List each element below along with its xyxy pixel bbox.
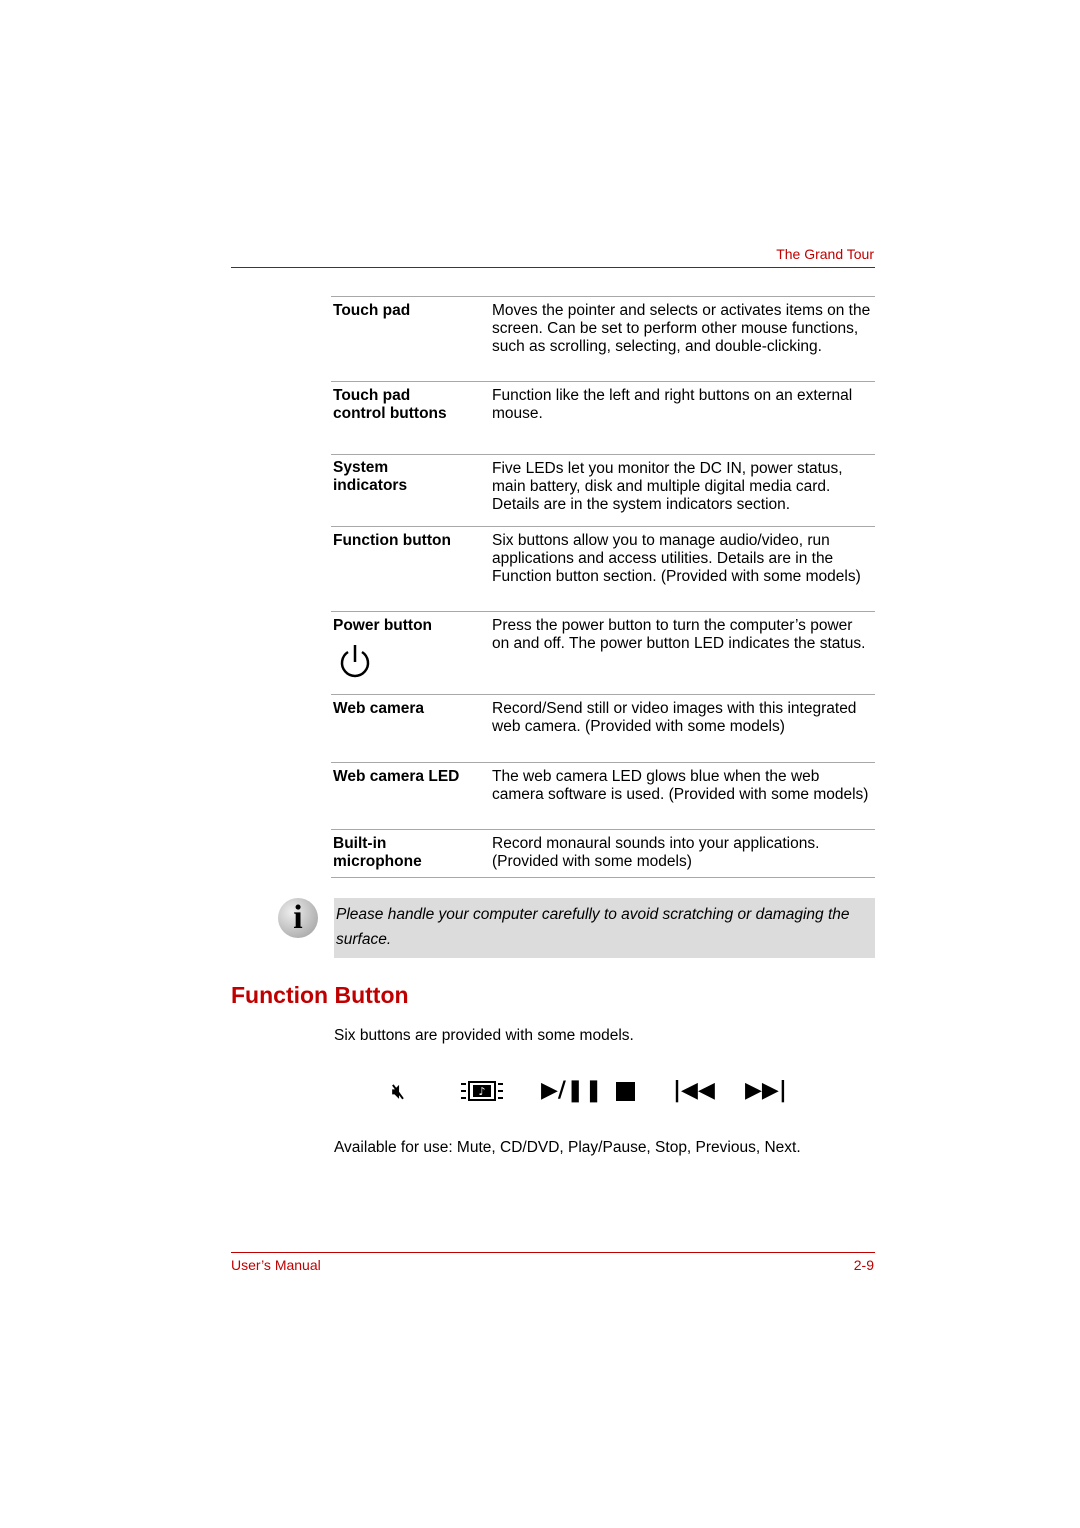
cd-dvd-icon: ♪ xyxy=(461,1081,503,1101)
stop-icon xyxy=(616,1082,635,1101)
available-functions: Available for use: Mute, CD/DVD, Play/Pa… xyxy=(334,1139,801,1156)
table-row: System indicators Five LEDs let you monit… xyxy=(331,454,875,526)
term: System indicators xyxy=(333,459,408,494)
table-row: Touch pad Moves the pointer and selects o… xyxy=(331,296,875,381)
table-row: Power button Press the power button to t… xyxy=(331,611,875,694)
table-row: Touch pad control buttons Function like t… xyxy=(331,381,875,454)
footer-rule xyxy=(231,1252,875,1253)
table-row: Web camera Record/Send still or video ima… xyxy=(331,694,875,762)
term: Web camera LED xyxy=(333,768,460,785)
previous-icon: |◀◀ xyxy=(673,1078,715,1103)
description: Record/Send still or video images with t… xyxy=(492,700,857,736)
mute-icon: 🔇︎ xyxy=(392,1079,405,1103)
play-pause-icon: ▶/❚❚ xyxy=(541,1078,603,1103)
term: Function button xyxy=(333,532,451,549)
description: Function like the left and right buttons… xyxy=(492,387,853,423)
description: Five LEDs let you monitor the DC IN, pow… xyxy=(492,460,843,514)
description: The web camera LED glows blue when the w… xyxy=(492,768,869,804)
table-row: Web camera LED The web camera LED glows b… xyxy=(331,762,875,829)
description: Moves the pointer and selects or activat… xyxy=(492,302,871,356)
section-title: Function Button xyxy=(231,982,409,1008)
term: Touch pad control buttons xyxy=(333,387,447,422)
section-intro: Six buttons are provided with some model… xyxy=(334,1027,634,1044)
header-rule xyxy=(231,267,875,268)
info-icon: i xyxy=(278,898,318,938)
page-number: 2-9 xyxy=(853,1257,874,1273)
footer-manual: User’s Manual xyxy=(231,1257,321,1273)
page: The Grand Tour Touch pad Moves the pointe… xyxy=(0,0,1080,1528)
running-header: The Grand Tour xyxy=(776,246,874,262)
power-icon xyxy=(340,645,370,678)
term: Web camera xyxy=(333,700,425,717)
svg-text:♪: ♪ xyxy=(478,1085,485,1098)
next-icon: ▶▶| xyxy=(745,1078,787,1103)
description: Press the power button to turn the compu… xyxy=(492,617,866,653)
table-bottom-rule xyxy=(331,877,875,878)
description: Record monaural sounds into your applica… xyxy=(492,835,820,871)
table-row: Function button Six buttons allow you to … xyxy=(331,526,875,611)
table-row: Built-in microphone Record monaural sound… xyxy=(331,829,875,877)
term: Power button xyxy=(333,617,433,634)
description: Six buttons allow you to manage audio/vi… xyxy=(492,532,861,586)
term: Touch pad xyxy=(333,302,411,319)
note-box: Please handle your computer carefully to… xyxy=(334,898,875,958)
term: Built-in microphone xyxy=(333,835,422,870)
